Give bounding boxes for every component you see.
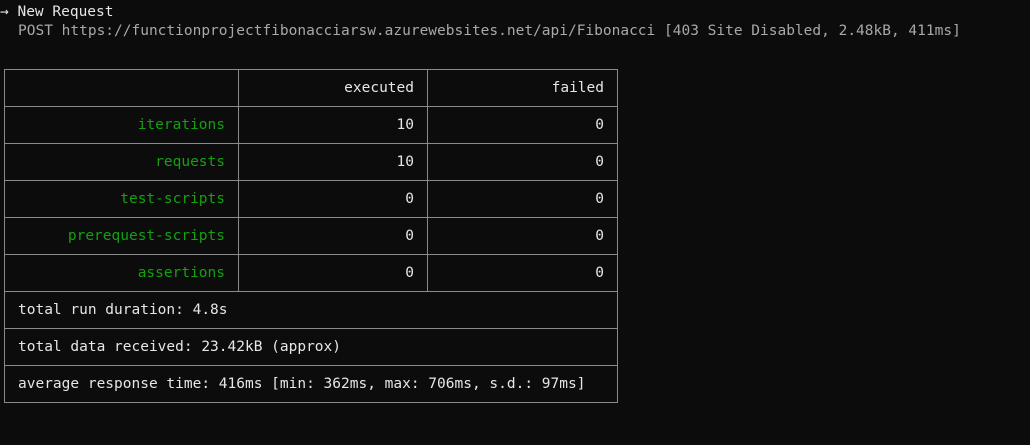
row-label: iterations xyxy=(4,106,239,144)
row-label: prerequest-scripts xyxy=(4,217,239,255)
row-label: requests xyxy=(4,143,239,181)
row-label: assertions xyxy=(4,254,239,292)
table-row: prerequest-scripts 0 0 xyxy=(4,217,618,255)
request-details: POST https://functionprojectfibonacciars… xyxy=(18,23,961,39)
failed-count: 0 xyxy=(427,143,618,181)
run-summary-table: executed failed iterations 10 0 requests… xyxy=(4,69,618,403)
executed-count: 0 xyxy=(238,254,428,292)
table-header-row: executed failed xyxy=(4,69,618,107)
request-header: → New Request xyxy=(0,3,114,22)
row-label: test-scripts xyxy=(4,180,239,218)
summary-row-data: total data received: 23.42kB (approx) xyxy=(4,328,618,366)
summary-row-duration: total run duration: 4.8s xyxy=(4,291,618,329)
table-row: requests 10 0 xyxy=(4,143,618,181)
average-response-time: average response time: 416ms [min: 362ms… xyxy=(4,365,618,403)
failed-count: 0 xyxy=(427,106,618,144)
column-header-failed: failed xyxy=(427,69,618,107)
failed-count: 0 xyxy=(427,217,618,255)
arrow-icon: → xyxy=(0,4,9,20)
total-data-received: total data received: 23.42kB (approx) xyxy=(4,328,618,366)
table-row: test-scripts 0 0 xyxy=(4,180,618,218)
summary-row-response-time: average response time: 416ms [min: 362ms… xyxy=(4,365,618,403)
table-row: iterations 10 0 xyxy=(4,106,618,144)
column-header-label xyxy=(4,69,239,107)
executed-count: 10 xyxy=(238,106,428,144)
table-row: assertions 0 0 xyxy=(4,254,618,292)
executed-count: 10 xyxy=(238,143,428,181)
total-run-duration: total run duration: 4.8s xyxy=(4,291,618,329)
column-header-executed: executed xyxy=(238,69,428,107)
executed-count: 0 xyxy=(238,180,428,218)
executed-count: 0 xyxy=(238,217,428,255)
request-title: New Request xyxy=(17,4,114,20)
failed-count: 0 xyxy=(427,180,618,218)
failed-count: 0 xyxy=(427,254,618,292)
